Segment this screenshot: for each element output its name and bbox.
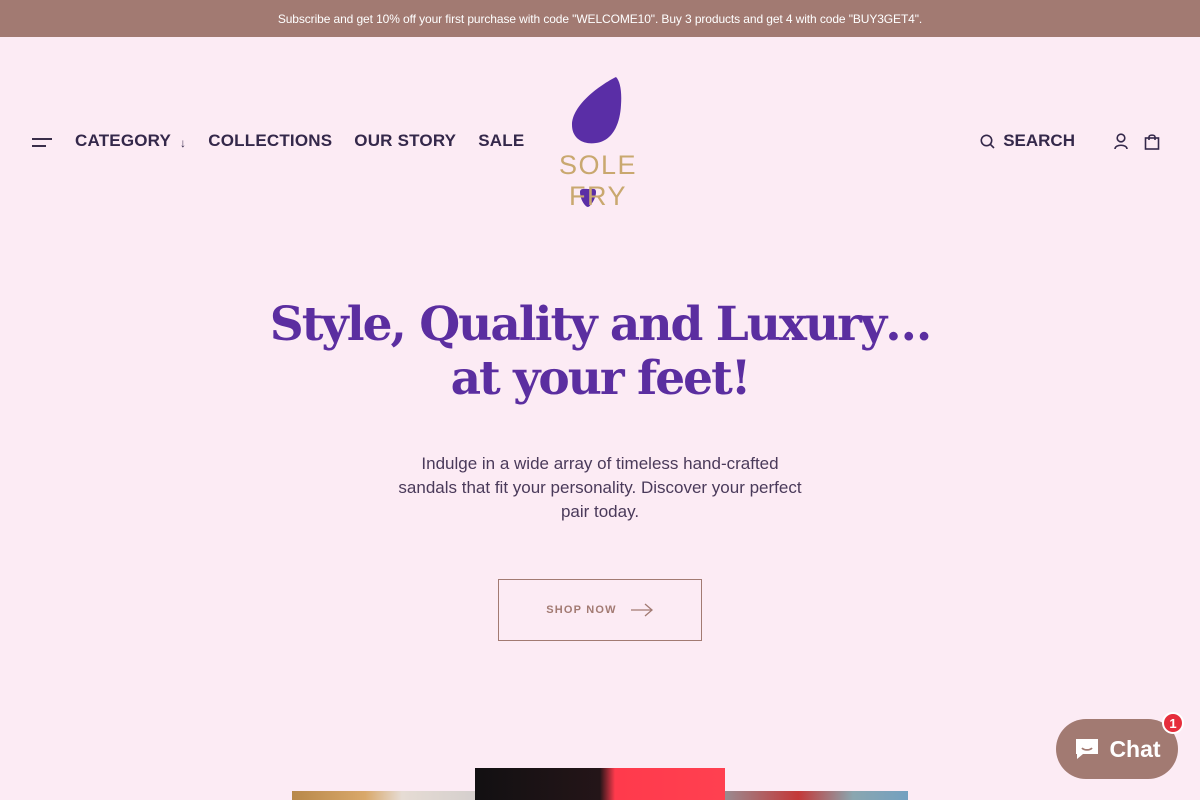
nav-item-category[interactable]: CATEGORY ↓ bbox=[75, 131, 186, 151]
product-image-center[interactable] bbox=[475, 768, 725, 800]
nav-item-collections[interactable]: COLLECTIONS bbox=[208, 131, 332, 151]
site-header: CATEGORY ↓ COLLECTIONS OUR STORY SALE SO… bbox=[0, 37, 1200, 247]
hero-title-line2: at your feet! bbox=[450, 351, 752, 406]
announcement-bar: Subscribe and get 10% off your first pur… bbox=[0, 0, 1200, 37]
chevron-down-icon: ↓ bbox=[180, 135, 187, 150]
main-nav: CATEGORY ↓ COLLECTIONS OUR STORY SALE bbox=[75, 131, 546, 151]
hero-title-line1: Style, Quality and Luxury… bbox=[269, 297, 932, 352]
nav-item-label: SALE bbox=[478, 131, 525, 150]
nav-item-our-story[interactable]: OUR STORY bbox=[354, 131, 456, 151]
chat-button[interactable]: Chat bbox=[1056, 719, 1178, 779]
search-icon bbox=[980, 134, 995, 149]
search-button[interactable]: SEARCH bbox=[980, 131, 1075, 151]
hero-subtitle: Indulge in a wide array of timeless hand… bbox=[398, 454, 802, 521]
arrow-right-icon bbox=[630, 603, 653, 617]
announcement-text: Subscribe and get 10% off your first pur… bbox=[277, 11, 923, 26]
chat-notification-badge: 1 bbox=[1162, 712, 1184, 734]
product-image-right[interactable] bbox=[725, 791, 908, 800]
shop-now-label: SHOP NOW bbox=[546, 604, 617, 616]
cart-button[interactable] bbox=[1144, 133, 1160, 150]
nav-item-label: COLLECTIONS bbox=[208, 131, 333, 150]
menu-button[interactable] bbox=[32, 136, 52, 150]
search-label: SEARCH bbox=[1003, 131, 1075, 150]
product-image-left[interactable] bbox=[292, 791, 475, 800]
hero-title: Style, Quality and Luxury… at your feet! bbox=[0, 298, 1200, 406]
nav-item-sale[interactable]: SALE bbox=[478, 131, 524, 151]
shop-now-button[interactable]: SHOP NOW bbox=[498, 579, 702, 641]
nav-item-label: CATEGORY bbox=[75, 131, 172, 150]
nav-item-label: OUR STORY bbox=[354, 131, 457, 150]
chat-bubble-icon bbox=[1076, 739, 1099, 759]
header-actions: SEARCH bbox=[980, 131, 1160, 151]
account-button[interactable] bbox=[1113, 132, 1129, 150]
site-logo[interactable]: SOLE FRY bbox=[528, 75, 668, 211]
hamburger-icon-line bbox=[32, 145, 46, 147]
user-icon bbox=[1114, 132, 1128, 149]
chat-label: Chat bbox=[1109, 735, 1161, 762]
logo-text: SOLE FRY bbox=[558, 150, 638, 211]
shopping-bag-icon bbox=[1144, 133, 1160, 150]
hamburger-icon bbox=[32, 138, 52, 140]
